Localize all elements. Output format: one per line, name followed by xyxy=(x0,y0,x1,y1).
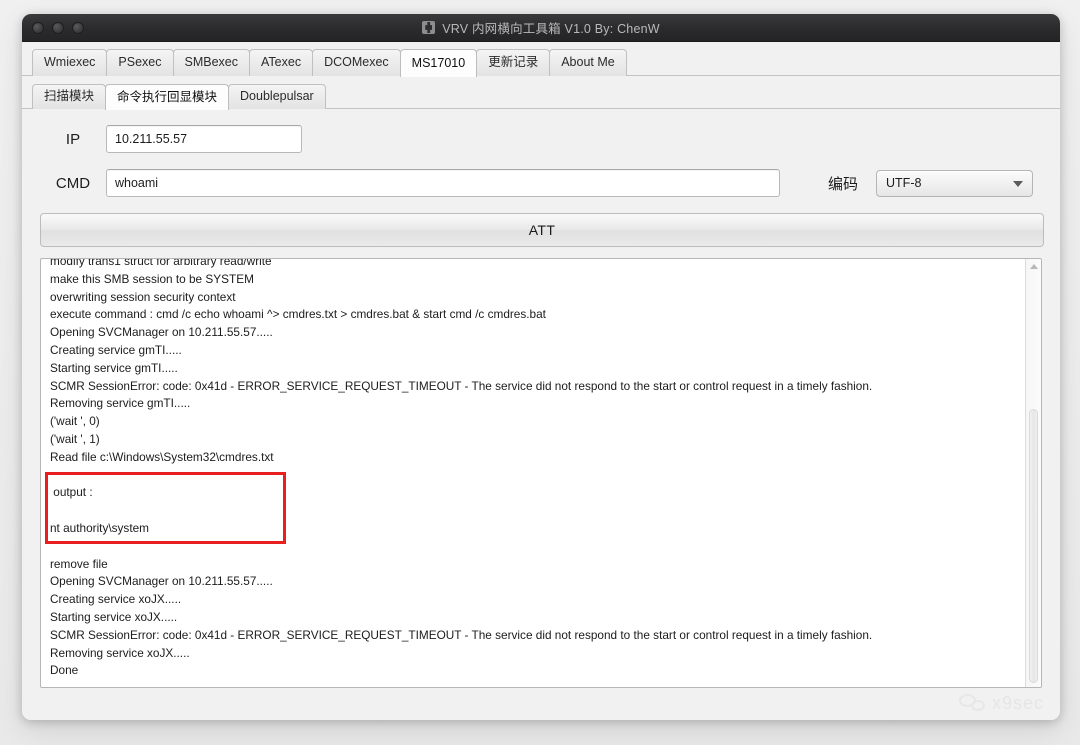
chevron-down-icon xyxy=(1013,181,1024,187)
log-scrollbar[interactable] xyxy=(1025,259,1041,687)
tab-changelog[interactable]: 更新记录 xyxy=(476,49,551,76)
tab-about-me[interactable]: About Me xyxy=(549,49,627,76)
app-window: VRV 内网横向工具箱 V1.0 By: ChenW Wmiexec PSexe… xyxy=(22,14,1060,720)
tab-psexec[interactable]: PSexec xyxy=(106,49,174,76)
encoding-label: 编码 xyxy=(828,175,859,193)
encoding-value: UTF-8 xyxy=(886,176,922,190)
log-text-area[interactable]: modify trans1 struct for arbitrary read/… xyxy=(41,259,1025,687)
scrollbar-thumb[interactable] xyxy=(1029,409,1038,683)
cmd-row: CMD 编码 UTF-8 xyxy=(40,169,1042,197)
maximize-button[interactable] xyxy=(72,21,84,34)
log-line: Opening SVCManager on 10.211.55.57..... xyxy=(50,325,273,340)
log-line: Opening SVCManager on 10.211.55.57..... xyxy=(50,574,273,589)
tab-smbexec[interactable]: SMBexec xyxy=(172,49,250,76)
window-title-group: VRV 内网横向工具箱 V1.0 By: ChenW xyxy=(22,14,1060,41)
tab-command-echo-module[interactable]: 命令执行回显模块 xyxy=(105,84,230,110)
encoding-select[interactable]: UTF-8 xyxy=(876,169,1034,197)
cmd-input[interactable] xyxy=(106,169,780,197)
window-title: VRV 内网横向工具箱 V1.0 By: ChenW xyxy=(442,22,660,36)
log-line: Starting service gmTI..... xyxy=(50,360,178,375)
wechat-icon xyxy=(958,692,987,714)
tab-dcomexec[interactable]: DCOMexec xyxy=(312,49,401,76)
cmd-label: CMD xyxy=(55,174,91,192)
log-line: Creating service gmTI..... xyxy=(50,342,182,357)
window-body: Wmiexec PSexec SMBexec ATexec DCOMexec M… xyxy=(22,42,1060,720)
tab-atexec[interactable]: ATexec xyxy=(249,49,314,76)
log-line: Starting service xoJX..... xyxy=(50,609,178,624)
form-panel: IP CMD 编码 UTF-8 ATT xyxy=(22,109,1060,247)
log-line: Creating service xoJX..... xyxy=(50,592,182,607)
log-line: Removing service xoJX..... xyxy=(50,645,190,660)
tab-wmiexec[interactable]: Wmiexec xyxy=(32,49,108,76)
log-line: overwriting session security context xyxy=(50,289,236,304)
minimize-button[interactable] xyxy=(52,21,64,34)
log-line: modify trans1 struct for arbitrary read/… xyxy=(50,259,272,268)
tab-scan-module[interactable]: 扫描模块 xyxy=(32,84,107,109)
ip-label: IP xyxy=(65,130,81,148)
log-line: Removing service gmTI..... xyxy=(50,396,191,411)
watermark-text: x9sec xyxy=(991,692,1044,713)
log-output-panel: modify trans1 struct for arbitrary read/… xyxy=(40,258,1042,688)
ip-input[interactable] xyxy=(106,125,302,153)
window-controls xyxy=(32,21,84,34)
log-line: Read file c:\Windows\System32\cmdres.txt xyxy=(50,449,274,464)
close-button[interactable] xyxy=(32,21,44,34)
scroll-up-button[interactable] xyxy=(1026,259,1041,274)
screen: VRV 内网横向工具箱 V1.0 By: ChenW Wmiexec PSexe… xyxy=(0,0,1080,745)
log-line: make this SMB session to be SYSTEM xyxy=(50,271,254,286)
log-line: ('wait ', 1) xyxy=(50,431,100,446)
secondary-tab-bar: 扫描模块 命令执行回显模块 Doublepulsar xyxy=(22,76,1060,110)
watermark: x9sec xyxy=(958,692,1044,714)
primary-tab-bar: Wmiexec PSexec SMBexec ATexec DCOMexec M… xyxy=(22,42,1060,77)
ip-row: IP xyxy=(40,125,1042,153)
title-bar: VRV 内网横向工具箱 V1.0 By: ChenW xyxy=(22,14,1060,42)
app-puzzle-icon xyxy=(422,21,436,34)
log-line: ('wait ', 0) xyxy=(50,414,100,429)
tab-ms17010[interactable]: MS17010 xyxy=(399,49,478,77)
log-line: output : xyxy=(50,485,93,500)
log-line: Done xyxy=(50,663,79,678)
log-line: remove file xyxy=(50,556,108,571)
log-line: nt authority\system xyxy=(50,520,150,535)
log-line: execute command : cmd /c echo whoami ^> … xyxy=(50,307,546,322)
log-line: SCMR SessionError: code: 0x41d - ERROR_S… xyxy=(50,627,873,642)
chevron-up-icon xyxy=(1029,264,1038,269)
attack-button[interactable]: ATT xyxy=(40,213,1044,247)
tab-doublepulsar[interactable]: Doublepulsar xyxy=(228,84,326,109)
log-line: SCMR SessionError: code: 0x41d - ERROR_S… xyxy=(50,378,873,393)
